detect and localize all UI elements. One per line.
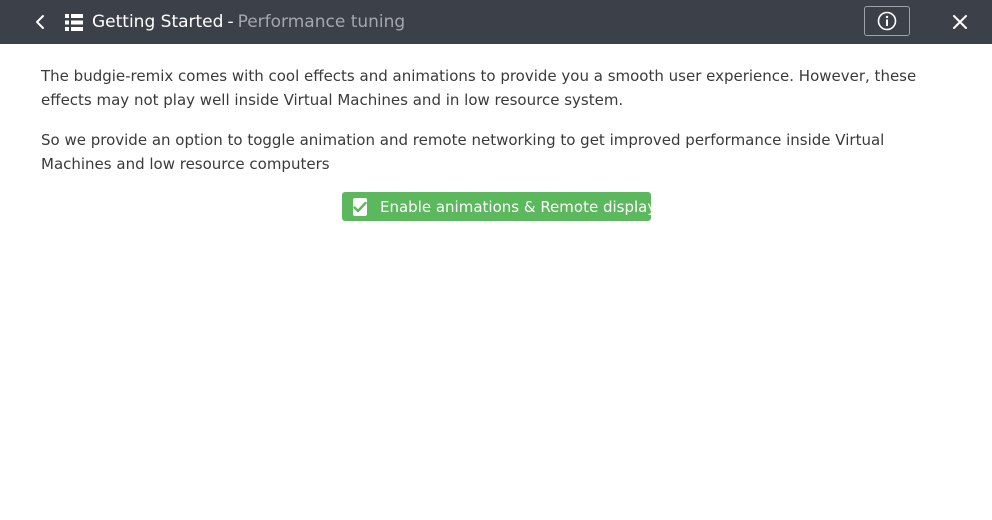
toggle-label: Enable animations & Remote display (380, 197, 657, 216)
check-icon (353, 201, 367, 212)
window-title: Getting Started - Performance tuning (92, 10, 405, 34)
info-icon (877, 11, 897, 31)
close-icon (953, 15, 967, 29)
back-button[interactable] (26, 8, 54, 36)
chevron-left-icon (36, 15, 44, 29)
title-main: Getting Started (92, 12, 224, 32)
intro-paragraph: The budgie-remix comes with cool effects… (41, 67, 917, 109)
animations-checkbox[interactable] (353, 197, 367, 216)
content-area: The budgie-remix comes with cool effects… (41, 64, 953, 192)
title-subtitle: Performance tuning (237, 12, 406, 32)
title-separator: - (227, 12, 234, 32)
close-button[interactable] (946, 8, 974, 36)
enable-animations-toggle[interactable]: Enable animations & Remote display (342, 192, 656, 221)
list-icon[interactable] (65, 14, 83, 31)
info-button[interactable] (864, 6, 910, 36)
option-paragraph: So we provide an option to toggle animat… (41, 131, 885, 173)
title-bar: Getting Started - Performance tuning (0, 0, 992, 44)
